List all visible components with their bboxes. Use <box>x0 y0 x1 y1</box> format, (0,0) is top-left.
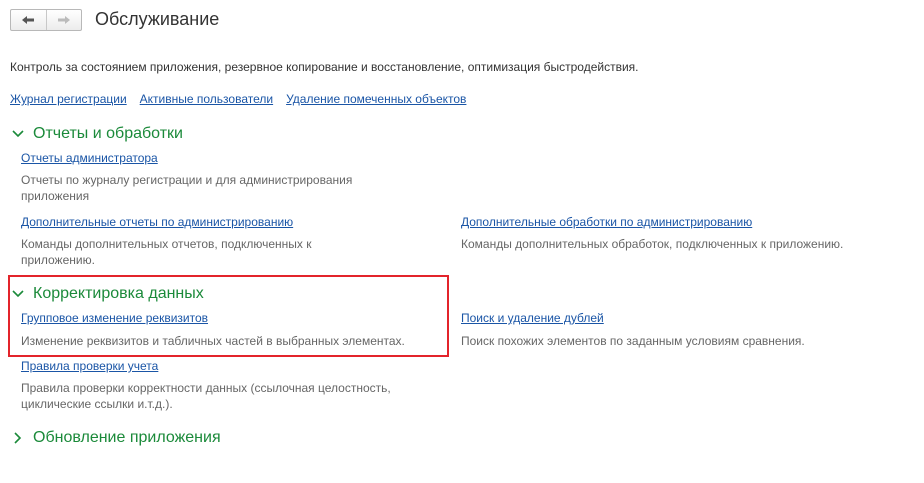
active-users-link[interactable]: Активные пользователи <box>140 92 273 106</box>
delete-marked-objects-link[interactable]: Удаление помеченных объектов <box>286 92 466 106</box>
event-log-link[interactable]: Журнал регистрации <box>10 92 127 106</box>
extra-reports-desc-line2: приложению. <box>21 253 95 267</box>
page-title: Обслуживание <box>95 9 220 29</box>
admin-reports-link[interactable]: Отчеты администратора <box>21 151 158 165</box>
navigation-buttons <box>10 9 82 31</box>
extra-reports-link[interactable]: Дополнительные отчеты по администрирован… <box>21 215 293 229</box>
check-rules-desc-line2: циклические ссылки и.т.д.). <box>21 397 173 411</box>
admin-reports-description: Отчеты по журналу регистрации и для адми… <box>21 172 352 204</box>
group-app-update-header[interactable]: Обновление приложения <box>11 429 221 447</box>
extra-processing-link[interactable]: Дополнительные обработки по администриро… <box>461 215 752 229</box>
forward-button[interactable] <box>45 10 82 30</box>
group-change-link[interactable]: Групповое изменение реквизитов <box>21 311 208 325</box>
page-description: Контроль за состоянием приложения, резер… <box>10 60 639 74</box>
admin-reports-desc-line1: Отчеты по журналу регистрации и для адми… <box>21 173 353 187</box>
check-rules-link[interactable]: Правила проверки учета <box>21 359 158 373</box>
check-rules-desc-line1: Правила проверки корректности данных (сс… <box>21 381 391 395</box>
duplicates-description: Поиск похожих элементов по заданным усло… <box>461 334 805 348</box>
chevron-down-icon <box>11 127 25 141</box>
back-button[interactable] <box>11 10 46 30</box>
admin-reports-desc-line2: приложения <box>21 189 90 203</box>
group-change-description: Изменение реквизитов и табличных частей … <box>21 334 405 348</box>
group-data-correction-header[interactable]: Корректировка данных <box>11 285 204 303</box>
group-reports-header[interactable]: Отчеты и обработки <box>11 125 183 143</box>
group-reports-title: Отчеты и обработки <box>33 125 183 142</box>
top-links: Журнал регистрации Активные пользователи… <box>10 92 466 106</box>
extra-reports-desc-line1: Команды дополнительных отчетов, подключе… <box>21 237 312 251</box>
chevron-down-icon <box>11 287 25 301</box>
extra-reports-description: Команды дополнительных отчетов, подключе… <box>21 236 312 268</box>
duplicates-link[interactable]: Поиск и удаление дублей <box>461 311 604 325</box>
extra-processing-description: Команды дополнительных обработок, подклю… <box>461 237 844 251</box>
group-data-correction-title: Корректировка данных <box>33 285 204 302</box>
check-rules-description: Правила проверки корректности данных (сс… <box>21 380 391 412</box>
arrow-right-icon <box>57 16 70 24</box>
group-app-update-title: Обновление приложения <box>33 429 221 446</box>
arrow-left-icon <box>22 16 35 24</box>
chevron-right-icon <box>11 431 25 445</box>
